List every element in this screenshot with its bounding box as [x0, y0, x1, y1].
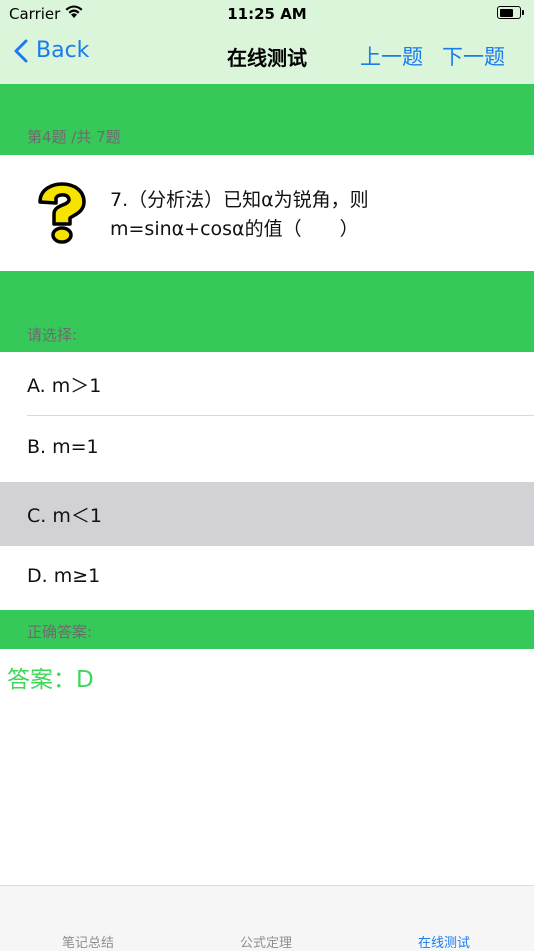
- option-label: B. m=1: [27, 436, 99, 458]
- correct-answer-label: 正确答案:: [27, 623, 93, 641]
- option-label: A. m＞1: [27, 375, 102, 397]
- next-question-button[interactable]: 下一题: [442, 41, 505, 71]
- status-time: 11:25 AM: [227, 5, 307, 23]
- question-mark-icon: [38, 182, 86, 244]
- option-c[interactable]: C. m＜1: [0, 482, 534, 546]
- answer-text: 答案：D: [7, 667, 94, 693]
- option-b[interactable]: B. m=1: [0, 417, 534, 481]
- progress-label: 第4题 /共 7题: [27, 128, 121, 146]
- option-d[interactable]: D. m≥1: [0, 546, 534, 610]
- prev-question-button[interactable]: 上一题: [360, 41, 423, 71]
- choose-label: 请选择:: [27, 326, 78, 344]
- tab-notes[interactable]: 笔记总结: [62, 932, 114, 951]
- choose-band: [0, 271, 534, 352]
- option-label: D. m≥1: [27, 565, 101, 587]
- option-a[interactable]: A. m＞1: [0, 352, 534, 416]
- divider: [27, 415, 534, 416]
- question-text: 7.（分析法）已知α为锐角，则 m=sinα+cosα的值（ ）: [110, 186, 510, 244]
- question-line-1: 7.（分析法）已知α为锐角，则: [110, 189, 369, 211]
- option-label: C. m＜1: [27, 505, 102, 527]
- tab-online-test[interactable]: 在线测试: [418, 932, 470, 951]
- tab-bar: 笔记总结 公式定理 在线测试: [0, 885, 534, 951]
- question-line-2: m=sinα+cosα的值（ ）: [110, 218, 359, 240]
- battery-icon: [497, 6, 524, 19]
- tab-formulas[interactable]: 公式定理: [240, 932, 292, 951]
